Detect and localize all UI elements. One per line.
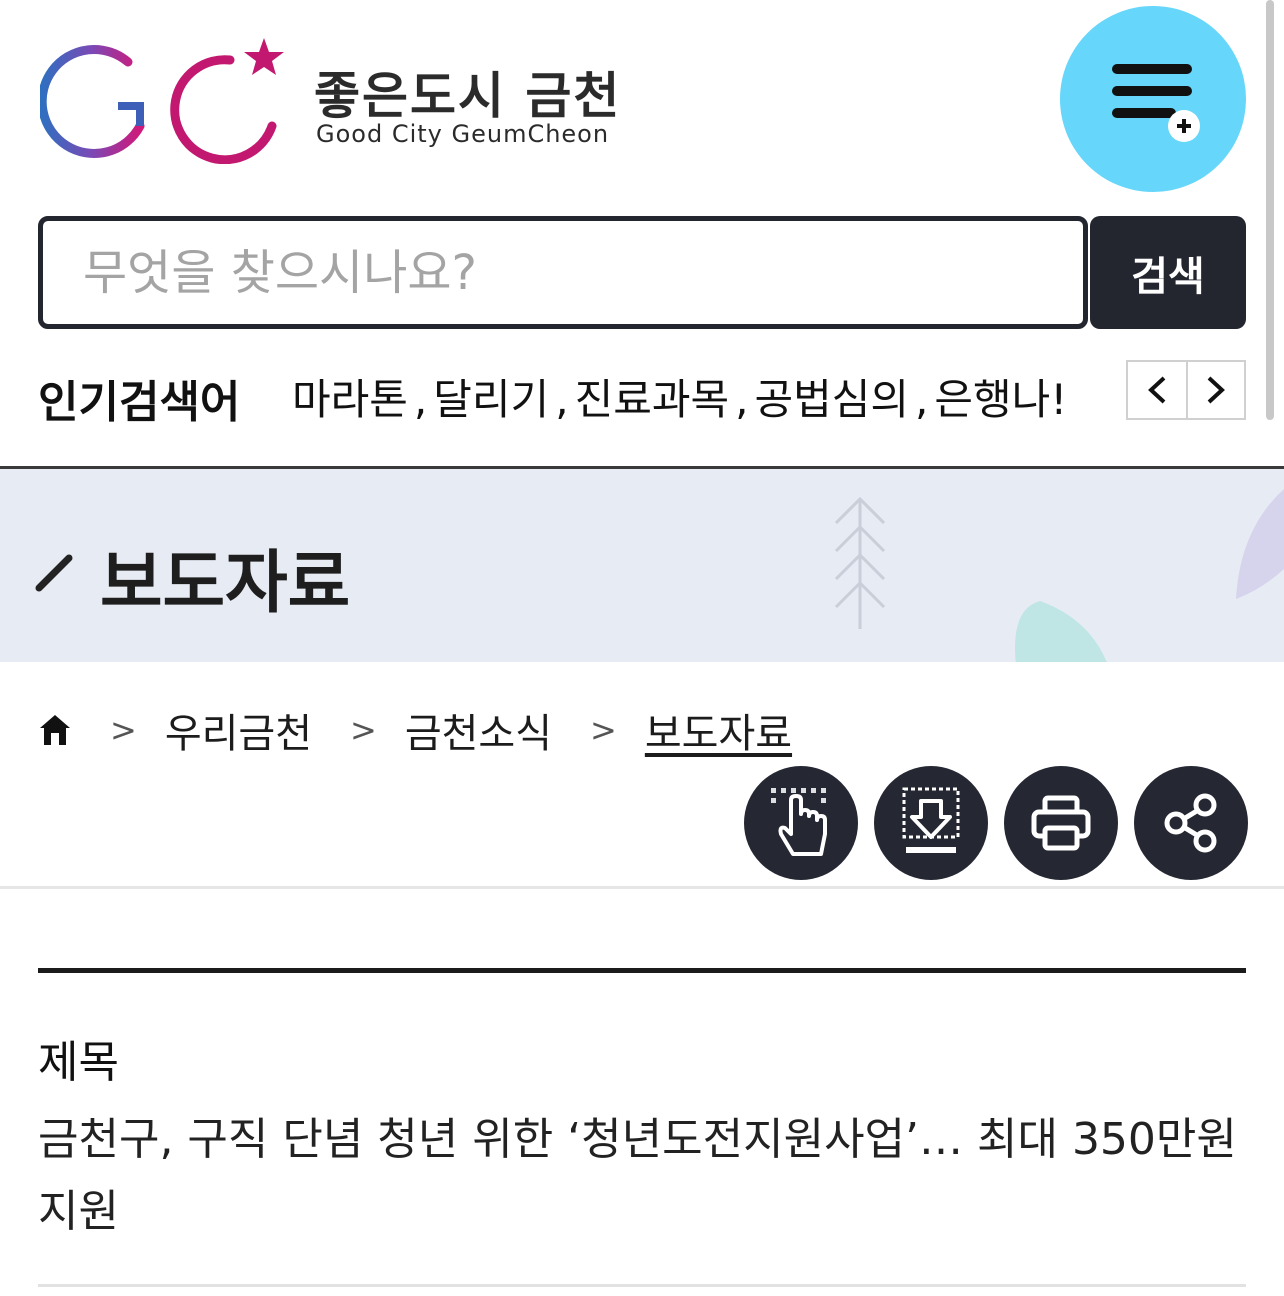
breadcrumb-current[interactable]: 보도자료 xyxy=(645,701,792,759)
breadcrumb-separator: > xyxy=(110,711,137,749)
popular-keyword[interactable]: 마라톤 xyxy=(292,375,408,424)
page-tools xyxy=(744,766,1248,880)
site-logo[interactable]: 좋은도시 금천 Good City GeumCheon xyxy=(40,34,640,164)
touch-mode-button[interactable] xyxy=(744,766,858,880)
breadcrumb-separator: > xyxy=(350,711,377,749)
search-button[interactable]: 검색 xyxy=(1090,216,1246,329)
search-box xyxy=(38,216,1088,329)
section-divider xyxy=(0,886,1284,889)
article-row-border xyxy=(38,1284,1246,1287)
search-input[interactable] xyxy=(83,241,1043,305)
prev-keyword-button[interactable] xyxy=(1128,362,1186,418)
subject-label: 제목 xyxy=(38,1037,119,1088)
logo-title: 좋은도시 금천 xyxy=(314,67,622,125)
print-icon xyxy=(1031,795,1091,851)
page-scrollbar[interactable] xyxy=(1266,0,1274,420)
keyword-separator: , xyxy=(555,375,569,424)
download-icon xyxy=(902,787,960,853)
keyword-separator: , xyxy=(735,375,749,424)
article-top-border xyxy=(38,968,1246,973)
breadcrumb-item[interactable]: 우리금천 xyxy=(165,701,312,759)
breadcrumb-separator: > xyxy=(590,711,617,749)
download-button[interactable] xyxy=(874,766,988,880)
print-button[interactable] xyxy=(1004,766,1118,880)
menu-plus-icon xyxy=(1112,64,1200,142)
popular-keyword[interactable]: 진료과목 xyxy=(575,375,730,424)
chevron-right-icon xyxy=(1207,376,1225,404)
next-keyword-button[interactable] xyxy=(1186,362,1244,418)
subject-text: 금천구, 구직 단념 청년 위한 ‘청년도전지원사업’… 최대 350만원 지원 xyxy=(38,1114,1237,1237)
popular-keywords-pager xyxy=(1126,360,1246,420)
breadcrumb: > 우리금천 > 금천소식 > 보도자료 xyxy=(38,700,792,760)
share-button[interactable] xyxy=(1134,766,1248,880)
popular-keyword[interactable]: 공법심의 xyxy=(754,375,909,424)
breadcrumb-item[interactable]: 금천소식 xyxy=(405,701,552,759)
menu-button[interactable] xyxy=(1060,6,1246,192)
share-icon xyxy=(1164,793,1217,853)
page-title: 보도자료 xyxy=(100,544,351,623)
popular-keyword[interactable]: 달리기 xyxy=(433,375,549,424)
logo-subtitle: Good City GeumCheon xyxy=(316,120,610,148)
gc-logo-icon xyxy=(40,38,284,164)
chevron-left-icon xyxy=(1148,376,1166,404)
popular-keywords-list: 마라톤, 달리기, 진료과목, 공법심의, 은행나! xyxy=(292,366,1090,426)
pencil-icon xyxy=(35,554,73,592)
home-icon[interactable] xyxy=(38,713,72,747)
keyword-separator: , xyxy=(915,375,929,424)
page-banner: 보도자료 xyxy=(0,466,1284,662)
popular-keyword[interactable]: 은행나! xyxy=(934,375,1067,424)
popular-keywords-label: 인기검색어 xyxy=(38,377,241,428)
touch-hand-icon xyxy=(771,788,827,856)
keyword-separator: , xyxy=(413,375,428,424)
